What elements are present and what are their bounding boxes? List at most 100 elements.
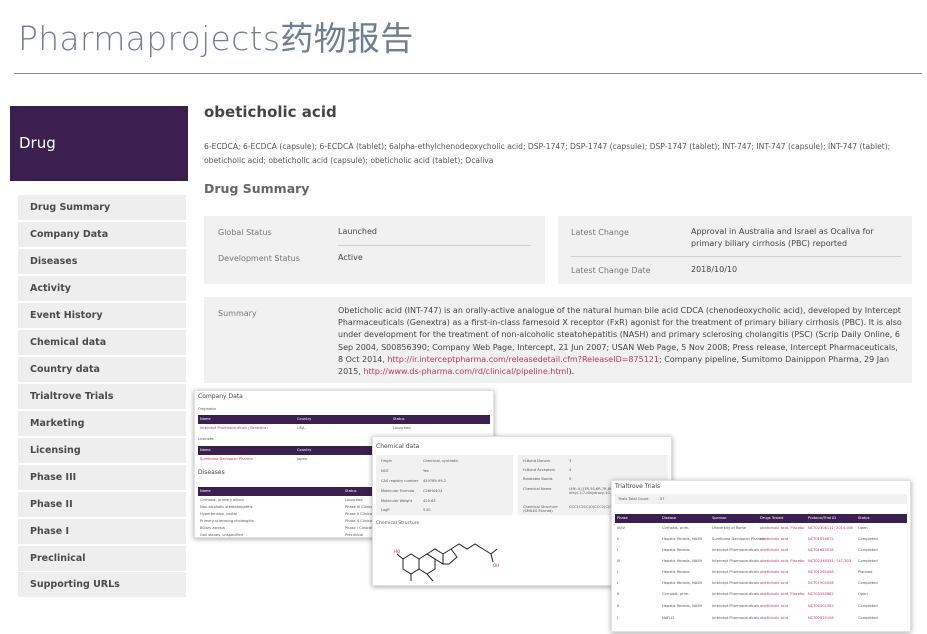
thumb-chem-field-label: Molecular Weight (381, 499, 413, 503)
thumb-chem-field-value: 5 (569, 477, 572, 481)
drug-name: obeticholic acid (204, 103, 337, 121)
sidebar-header: Drug (10, 106, 188, 181)
sidebar-item-event-history[interactable]: Event History (18, 303, 186, 328)
sidebar-item-company-data[interactable]: Company Data (18, 222, 186, 247)
thumb-chem-field-label: Origin (381, 459, 392, 463)
summary-text: Obeticholic acid (INT-747) is an orally-… (338, 305, 903, 378)
thumb-col-status: Status (393, 417, 405, 421)
trial-row-phase: II (617, 604, 620, 608)
trial-row-protocol: NCT01054872 (808, 537, 834, 541)
trial-row-disease: Cirrhosis, prim. (662, 526, 690, 530)
trial-row-disease: Cirrhosis, prim. (662, 592, 690, 596)
trial-row-protocol: NCT01625026 (808, 548, 834, 552)
global-status-value: Launched (338, 227, 377, 236)
trial-row-drugs: obeticholic acid, Placebo (760, 526, 805, 530)
sidebar-item-activity[interactable]: Activity (18, 276, 186, 301)
thumb-chem-left-panel (376, 455, 513, 515)
thumb-trial-col-disease: Disease (662, 516, 677, 520)
trial-row-protocol: NCT01265498 (808, 570, 834, 574)
thumb-disease-row: Non-alcoholic steatohepatitis (200, 505, 253, 509)
svg-text:HO: HO (394, 549, 400, 554)
trial-row-sponsor: Intercept Pharmaceuticals (712, 616, 760, 620)
trial-row-drugs: obeticholic acid (760, 537, 789, 541)
thumb-originator-label: Originator (198, 407, 217, 411)
trial-row-disease: NAFLD (662, 616, 674, 620)
latest-change-date-value: 2018/10/10 (691, 265, 738, 274)
trial-row-protocol: NCT02308111; 2014-000 (808, 526, 854, 530)
trial-row-phase: II (617, 537, 620, 541)
thumb-trial-col-protocol: Protocol/Trial ID (808, 516, 837, 520)
trial-row-sponsor: Intercept Pharmaceuticals (712, 548, 760, 552)
sidebar-item-diseases[interactable]: Diseases (18, 249, 186, 274)
sidebar-item-supporting-urls[interactable]: Supporting URLs (18, 572, 186, 597)
trialtrove-thumbnail: Trialtrove Trials Trials Total Count 27 … (611, 480, 911, 632)
thumb-disease-row: Hypertension, portal (200, 512, 237, 516)
thumb-chem-field-label: LogP (381, 508, 390, 512)
thumb-trial-col-sponsor: Sponsor (712, 516, 727, 520)
trial-row-protocol: NCT01904058 (808, 581, 834, 585)
thumb-chem-field-value: Chemical, synthetic (423, 459, 459, 463)
thumb-chem-field-value: C26H44O4 (423, 489, 443, 493)
summary-link-intercept[interactable]: http://ir.interceptpharma.com/releasedet… (387, 355, 659, 364)
thumb-chem-field-label: H-Bond Donors (523, 459, 551, 463)
thumb-chem-field-label: Chemical Name (523, 487, 552, 491)
trial-row-disease: Hepatic fibrosis, NASH (662, 537, 703, 541)
dev-status-label: Development Status (218, 254, 300, 263)
sidebar-item-chemical-data[interactable]: Chemical data (18, 330, 186, 355)
thumb-disease-row: Biliary atresia (200, 526, 225, 530)
thumb-disease-status: Preclinical (345, 533, 364, 537)
thumb-row1-country: USA (297, 426, 305, 430)
latest-change-card: Latest Change Approval in Australia and … (558, 216, 912, 284)
thumb-dcol-name: Name (200, 489, 211, 493)
trial-row-phase: II (617, 592, 620, 596)
trial-row-phase: I (617, 616, 619, 620)
trial-row-drugs: obeticholic acid (760, 616, 789, 620)
thumb-company-title: Company Data (198, 393, 243, 400)
status-card: Global Status Launched Development Statu… (204, 216, 545, 284)
chemical-structure-image: HO OH (394, 543, 499, 582)
trial-row-status: Completed (858, 581, 878, 585)
svg-text:OH: OH (493, 563, 499, 568)
section-title: Drug Summary (204, 181, 310, 196)
thumb-chem-field-label: Rotatable Bonds (523, 477, 553, 481)
trial-row-sponsor: Intercept Pharmaceuticals (712, 592, 760, 596)
trial-row-disease: Hepatic fibrosis, NASH (662, 604, 703, 608)
summary-link-ds-pharma[interactable]: http://www.ds-pharma.com/rd/clinical/pip… (363, 367, 568, 376)
thumb-chem-field-label: Chemical Structure (SMILES Format) (523, 505, 558, 513)
sidebar-item-phase-iii[interactable]: Phase III (18, 465, 186, 490)
trial-row-drugs: obeticholic acid (760, 570, 789, 574)
thumb-lic-col-country: Country (297, 448, 312, 452)
thumb-chem-field-label: CAS registry number (381, 479, 419, 483)
trial-row-drugs: obeticholic acid (760, 604, 789, 608)
thumb-licensee-label: Licensee (198, 437, 214, 441)
trial-row-status: Planned (858, 570, 873, 574)
title-divider (14, 73, 922, 74)
sidebar-item-phase-ii[interactable]: Phase II (18, 492, 186, 517)
thumb-lic-col-name: Name (200, 448, 211, 452)
trial-row-sponsor: University of Rome (712, 526, 747, 530)
thumb-chem-title: Chemical data (376, 443, 420, 450)
thumb-chem-field-label: NCE (381, 469, 389, 473)
trial-row-phase: I (617, 548, 619, 552)
trial-row-drugs: obeticholic acid, Placebo (760, 592, 805, 596)
sidebar-item-country-data[interactable]: Country data (18, 357, 186, 382)
trial-row-disease: Hepatic fibrosis, NASH (662, 559, 703, 563)
sidebar-item-trialtrove-trials[interactable]: Trialtrove Trials (18, 384, 186, 409)
thumb-disease-row: Gall stones, unspecified (200, 533, 243, 537)
trial-row-disease: Hepatic fibrosis (662, 548, 690, 552)
thumb-trial-col-status: Status (858, 516, 870, 520)
dev-status-value: Active (338, 253, 363, 262)
trial-row-sponsor: Intercept Pharmaceuticals (712, 570, 760, 574)
sidebar-item-preclinical[interactable]: Preclinical (18, 546, 186, 571)
thumb-trial-filter-value: 27 (660, 497, 665, 501)
sidebar-item-licensing[interactable]: Licensing (18, 438, 186, 463)
summary-label: Summary (218, 309, 257, 318)
sidebar-item-phase-i[interactable]: Phase I (18, 519, 186, 544)
global-status-label: Global Status (218, 228, 272, 237)
sidebar-item-marketing[interactable]: Marketing (18, 411, 186, 436)
thumb-chem-field-value: 4 (569, 468, 572, 472)
trial-row-status: Completed (858, 604, 878, 608)
trial-row-disease: Hepatic fibrosis, NASH (662, 581, 703, 585)
sidebar-item-drug-summary[interactable]: Drug Summary (18, 195, 186, 220)
latest-change-date-label: Latest Change Date (571, 266, 651, 275)
